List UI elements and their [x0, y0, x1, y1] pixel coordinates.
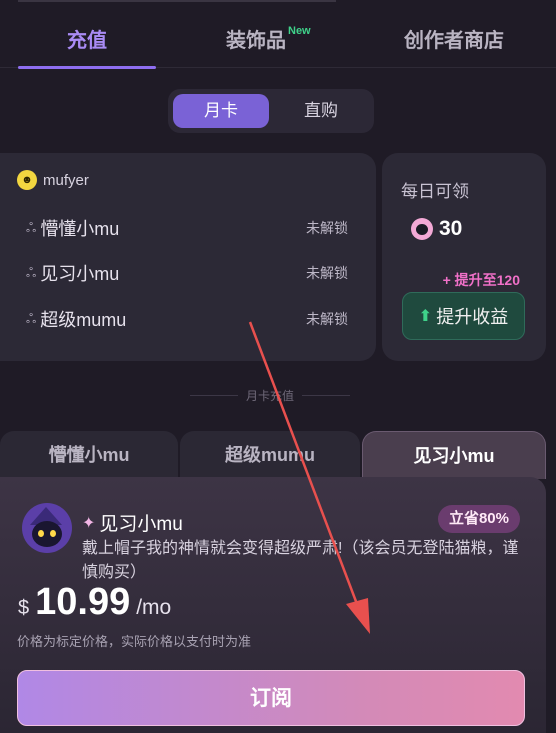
witch-cat-avatar	[22, 503, 72, 553]
daily-reward-card: 每日可领 30 + 提升至120 ⬆ 提升收益	[382, 153, 546, 361]
divider-line	[302, 395, 351, 396]
tab-decor[interactable]: 装饰品	[226, 24, 286, 53]
new-badge: New	[288, 25, 311, 37]
cat-face	[32, 521, 62, 547]
daily-value: 30	[439, 217, 463, 240]
tier-status: 未解锁	[306, 265, 348, 281]
cat-eye	[38, 530, 44, 537]
top-tab-bar: 充值 装饰品 New 创作者商店	[0, 0, 556, 69]
plan-tab-trainee[interactable]: 见习小mu	[362, 431, 546, 479]
arrow-up-icon: ⬆	[418, 308, 433, 325]
plan-detail-panel: ✦ 见习小mu 立省80% 戴上帽子我的神情就会变得超级严肃!（该会员无登陆猫粮…	[0, 477, 546, 733]
tier-row: ஃ 懵懂小mu 未解锁	[26, 215, 348, 241]
membership-card: ☻ mufyer ஃ 懵懂小mu 未解锁 ஃ 见习小mu 未解锁 ஃ 超级mum…	[0, 153, 376, 361]
boost-text: + 提升至120	[442, 272, 520, 288]
paw-icon: ஃ	[26, 264, 37, 280]
save-badge: 立省80%	[437, 505, 520, 533]
tab-creator-shop[interactable]: 创作者商店	[404, 24, 504, 53]
section-divider: 月卡充值	[190, 387, 351, 404]
user-avatar: ☻	[17, 170, 37, 190]
divider-text: 月卡充值	[246, 389, 295, 403]
price-note: 价格为标定价格，实际价格以支付时为准	[17, 634, 252, 649]
user-row: ☻ mufyer	[17, 170, 89, 190]
active-tab-indicator	[18, 66, 156, 69]
subscribe-button[interactable]: 订阅	[17, 670, 525, 726]
sparkle-icon: ✦	[82, 514, 96, 532]
tier-name: 见习小mu	[40, 264, 120, 284]
plan-title-row: ✦ 见习小mu	[82, 509, 183, 536]
plan-title: 见习小mu	[99, 514, 183, 535]
currency-symbol: $	[18, 597, 30, 619]
cat-eye	[50, 530, 56, 537]
daily-label: 每日可领	[401, 182, 469, 201]
plan-tab-dongdong[interactable]: 懵懂小mu	[0, 431, 178, 479]
tier-name: 超级mumu	[40, 310, 127, 330]
tier-row: ஃ 见习小mu 未解锁	[26, 260, 348, 286]
plan-description: 戴上帽子我的神情就会变得超级严肃!（该会员无登陆猫粮，谨慎购买）	[82, 540, 519, 581]
tier-name-wrap: ஃ 见习小mu	[26, 260, 119, 286]
paw-icon: ஃ	[26, 219, 37, 235]
purchase-type-switch: 月卡 直购	[168, 89, 374, 133]
boost-button-label: 提升收益	[436, 307, 509, 327]
price-value: 10.99	[35, 581, 131, 623]
tier-name-wrap: ஃ 超级mumu	[26, 306, 126, 332]
paw-icon: ஃ	[26, 310, 37, 326]
price-period: /mo	[136, 596, 172, 619]
tier-status: 未解锁	[306, 311, 348, 327]
divider-line	[190, 395, 238, 396]
username: mufyer	[43, 171, 89, 189]
tier-row: ஃ 超级mumu 未解锁	[26, 306, 348, 332]
segment-monthly[interactable]: 月卡	[173, 94, 269, 128]
cat-coin-icon	[411, 218, 433, 240]
price-row: $ 10.99 /mo	[18, 581, 171, 624]
segment-direct[interactable]: 直购	[273, 94, 369, 128]
tab-recharge[interactable]: 充值	[67, 24, 107, 53]
tier-name-wrap: ஃ 懵懂小mu	[26, 215, 119, 241]
tier-name: 懵懂小mu	[40, 219, 120, 239]
plan-tab-super[interactable]: 超级mumu	[180, 431, 360, 479]
boost-button[interactable]: ⬆ 提升收益	[402, 292, 525, 340]
daily-value-row: 30	[411, 217, 462, 241]
tier-status: 未解锁	[306, 220, 348, 236]
